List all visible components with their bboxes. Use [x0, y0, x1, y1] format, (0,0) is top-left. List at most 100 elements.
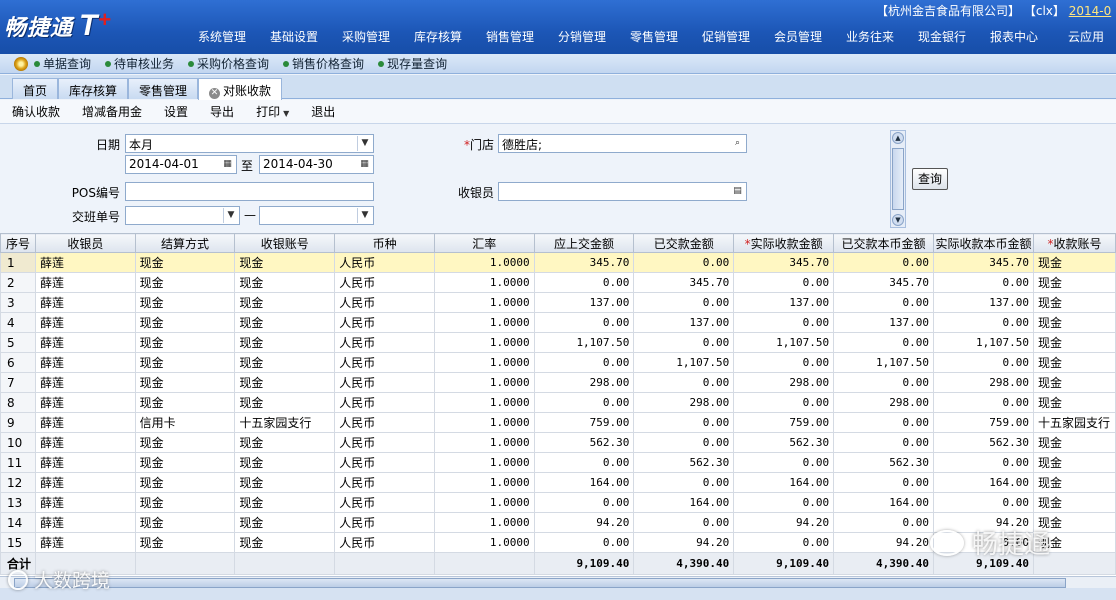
table-cell[interactable]: 人民币 [334, 372, 435, 393]
table-cell[interactable]: 现金 [134, 312, 236, 333]
table-cell[interactable]: 人民币 [334, 492, 435, 513]
table-cell[interactable]: 1.0000 [433, 272, 535, 293]
table-cell[interactable]: 0.00 [533, 272, 635, 293]
table-cell[interactable]: 0.00 [533, 352, 635, 373]
nav-retail[interactable]: 零售管理 [618, 28, 690, 48]
table-cell[interactable]: 1,107.50 [833, 352, 934, 373]
table-cell[interactable]: 人民币 [334, 332, 435, 353]
table-cell[interactable]: 0.00 [633, 412, 735, 433]
table-cell[interactable]: 现金 [234, 272, 336, 293]
table-cell[interactable]: 94.20 [833, 532, 934, 553]
table-cell[interactable]: 345.70 [833, 272, 934, 293]
table-cell[interactable]: 人民币 [334, 292, 435, 313]
table-cell[interactable]: 现金 [1032, 452, 1116, 473]
table-cell[interactable]: 人民币 [334, 512, 435, 533]
table-cell[interactable]: 薛莲 [35, 452, 136, 473]
table-cell[interactable]: 现金 [134, 532, 236, 553]
chevron-down-icon[interactable]: ▼ [892, 214, 904, 226]
table-cell[interactable]: 0.00 [633, 432, 735, 453]
table-cell[interactable]: 0.00 [833, 292, 934, 313]
table-cell[interactable]: 现金 [234, 392, 336, 413]
table-cell[interactable]: 现金 [234, 292, 336, 313]
table-cell[interactable]: 4 [0, 312, 37, 333]
tab-retail[interactable]: 零售管理 [128, 78, 199, 99]
table-cell[interactable]: 现金 [234, 312, 336, 333]
tab-home[interactable]: 首页 [12, 78, 59, 99]
table-cell[interactable]: 298.00 [833, 392, 934, 413]
date-from-field[interactable]: 2014-04-01 ▦ [125, 155, 237, 174]
table-cell[interactable]: 现金 [1032, 492, 1116, 513]
table-cell[interactable]: 薛莲 [35, 372, 136, 393]
shift-from-select[interactable]: ▼ [125, 206, 240, 225]
table-cell[interactable]: 298.00 [733, 372, 835, 393]
table-cell[interactable]: 9 [0, 412, 37, 433]
table-cell[interactable]: 14 [0, 512, 37, 533]
column-header[interactable]: 已交款本币金额 [833, 233, 934, 253]
table-cell[interactable]: 345.70 [733, 252, 835, 273]
table-cell[interactable]: 人民币 [334, 352, 435, 373]
table-cell[interactable]: 0.00 [833, 512, 934, 533]
table-cell[interactable]: 298.00 [932, 372, 1034, 393]
table-cell[interactable]: 现金 [1032, 392, 1116, 413]
table-cell[interactable]: 137.00 [533, 292, 635, 313]
column-header[interactable]: 实际收款本币金额 [932, 233, 1034, 253]
table-cell[interactable]: 薛莲 [35, 512, 136, 533]
table-row[interactable]: 2 薛莲 现金 现金 人民币 1.0000 0.00 345.70 0.00 345.70 0.00… [0, 272, 1116, 293]
table-cell[interactable]: 562.30 [932, 432, 1034, 453]
table-cell[interactable]: 现金 [134, 472, 236, 493]
table-cell[interactable]: 现金 [1032, 272, 1116, 293]
table-row[interactable]: 8 薛莲 现金 现金 人民币 1.0000 0.00 298.00 0.00 298.00 0.00… [0, 392, 1116, 413]
table-cell[interactable]: 0.00 [733, 452, 835, 473]
table-cell[interactable]: 0.00 [633, 332, 735, 353]
table-cell[interactable]: 1.0000 [433, 332, 535, 353]
table-cell[interactable]: 现金 [134, 272, 236, 293]
table-cell[interactable]: 0.00 [633, 512, 735, 533]
table-cell[interactable]: 薛莲 [35, 272, 136, 293]
table-cell[interactable]: 人民币 [334, 412, 435, 433]
table-cell[interactable]: 164.00 [733, 472, 835, 493]
table-cell[interactable]: 345.70 [932, 252, 1034, 273]
quick-link-document-query[interactable]: 单据查询 [34, 55, 91, 72]
table-cell[interactable]: 现金 [1032, 352, 1116, 373]
table-cell[interactable]: 0.00 [533, 452, 635, 473]
table-cell[interactable]: 562.30 [533, 432, 635, 453]
table-row[interactable]: 12 薛莲 现金 现金 人民币 1.0000 164.00 0.00 164.00 0.00 164… [0, 472, 1116, 493]
table-cell[interactable]: 1.0000 [433, 292, 535, 313]
table-cell[interactable]: 人民币 [334, 532, 435, 553]
table-cell[interactable]: 137.00 [833, 312, 934, 333]
table-cell[interactable]: 现金 [234, 472, 336, 493]
table-cell[interactable]: 0.00 [633, 252, 735, 273]
date-to-field[interactable]: 2014-04-30 ▦ [259, 155, 374, 174]
table-cell[interactable]: 薛莲 [35, 412, 136, 433]
table-cell[interactable]: 人民币 [334, 252, 435, 273]
column-header[interactable]: 序号 [0, 233, 37, 253]
table-cell[interactable]: 0.00 [533, 532, 635, 553]
table-cell[interactable]: 1,107.50 [932, 332, 1034, 353]
settings-button[interactable]: 设置 [164, 103, 188, 120]
table-cell[interactable]: 1.0000 [433, 512, 535, 533]
nav-promotion[interactable]: 促销管理 [690, 28, 762, 48]
table-cell[interactable]: 0.00 [633, 372, 735, 393]
nav-system[interactable]: 系统管理 [186, 28, 258, 48]
table-cell[interactable]: 562.30 [633, 452, 735, 473]
horizontal-scrollbar[interactable] [0, 576, 1116, 588]
table-cell[interactable]: 现金 [234, 452, 336, 473]
table-cell[interactable]: 现金 [1032, 252, 1116, 273]
table-cell[interactable]: 5 [0, 332, 37, 353]
table-cell[interactable]: 345.70 [633, 272, 735, 293]
table-cell[interactable]: 1,107.50 [733, 332, 835, 353]
table-cell[interactable]: 十五家园支行 [1032, 412, 1116, 433]
table-cell[interactable]: 十五家园支行 [234, 412, 336, 433]
table-cell[interactable]: 现金 [134, 452, 236, 473]
tab-reconciliation[interactable]: ✕ 对账收款 [198, 78, 283, 100]
table-cell[interactable]: 人民币 [334, 432, 435, 453]
table-cell[interactable]: 0.00 [533, 312, 635, 333]
table-cell[interactable]: 薛莲 [35, 252, 136, 273]
table-cell[interactable]: 164.00 [533, 472, 635, 493]
table-cell[interactable]: 人民币 [334, 452, 435, 473]
table-row[interactable]: 11 薛莲 现金 现金 人民币 1.0000 0.00 562.30 0.00 562.30 0.0… [0, 452, 1116, 473]
table-cell[interactable]: 现金 [134, 352, 236, 373]
table-cell[interactable]: 薛莲 [35, 432, 136, 453]
table-cell[interactable]: 现金 [234, 492, 336, 513]
table-cell[interactable]: 0.00 [833, 252, 934, 273]
